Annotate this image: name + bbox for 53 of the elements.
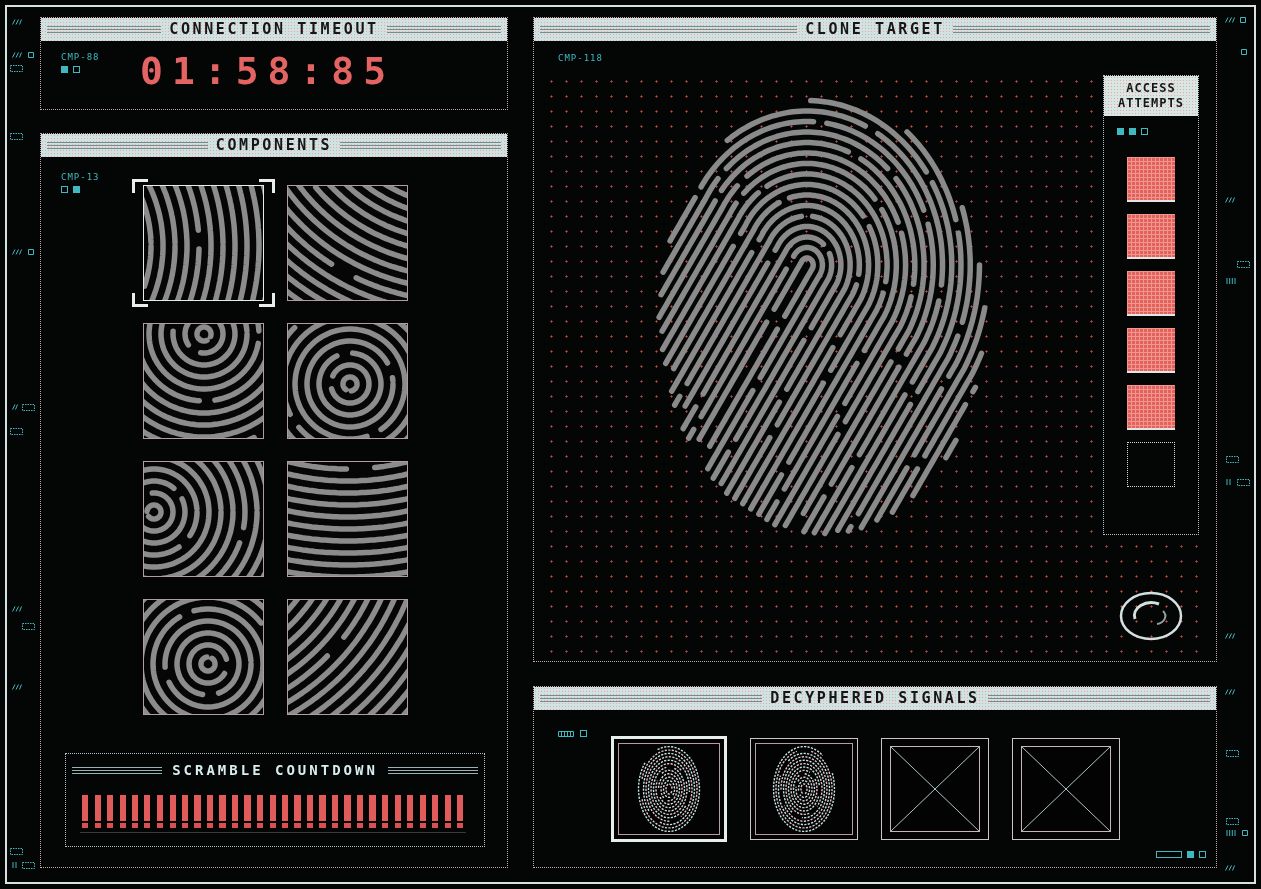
dashed-frame-icon — [22, 404, 35, 411]
hatch-mark-icon — [1225, 197, 1235, 203]
panel-title: CLONE TARGET — [805, 22, 945, 37]
panel-title: CONNECTION TIMEOUT — [169, 22, 379, 37]
dashed-frame-icon — [1226, 456, 1239, 463]
hatch-mark-icon — [12, 606, 22, 612]
hatch-mark-icon — [1225, 17, 1235, 23]
fingerprint-tile[interactable] — [287, 323, 408, 439]
dashed-frame-icon — [10, 848, 23, 855]
dashed-frame-icon — [22, 623, 35, 630]
hatch-mark-icon — [12, 249, 22, 255]
hatch-mark-icon — [1225, 689, 1235, 695]
ring-icon — [1119, 591, 1183, 641]
dashed-frame-icon — [10, 133, 23, 140]
fingerprint-tile[interactable] — [143, 461, 264, 577]
hatch-mark-icon — [12, 684, 22, 690]
panel-code-label: CMP-118 — [558, 53, 603, 63]
fingerprint-tile[interactable] — [287, 599, 408, 715]
dashed-frame-icon — [1237, 261, 1250, 268]
tick-bars-icon — [1226, 479, 1231, 485]
dashed-frame-icon — [22, 862, 35, 869]
fingerprint-tile[interactable] — [143, 323, 264, 439]
outline-bar-icon — [1156, 851, 1182, 858]
hatch-mark-icon — [1225, 865, 1235, 871]
selection-brackets-icon — [132, 179, 275, 307]
hatch-mark-icon — [12, 19, 22, 25]
dashed-frame-icon — [1226, 750, 1239, 757]
hatch-mark-icon — [12, 404, 18, 410]
dashed-frame-icon — [10, 65, 23, 72]
signal-slot[interactable] — [881, 738, 989, 840]
hatch-mark-icon — [12, 52, 22, 58]
panel-title: SCRAMBLE COUNTDOWN — [172, 763, 378, 777]
panel-code-label: CMP-88 — [61, 52, 100, 62]
panel-title: COMPONENTS — [215, 138, 333, 153]
tick-bars-icon — [12, 862, 17, 868]
tick-bars-icon — [558, 730, 574, 737]
panel-title: ACCESS ATTEMPTS — [1117, 81, 1185, 111]
dashed-frame-icon — [10, 428, 23, 435]
dashed-frame-icon — [1237, 479, 1250, 486]
crossed-frame-icon — [1021, 746, 1111, 832]
dashed-frame-icon — [1226, 818, 1239, 825]
countdown-timer: 01:58:85 — [140, 52, 396, 90]
panel-code-label: CMP-13 — [61, 172, 100, 182]
signal-slot[interactable] — [1012, 738, 1120, 840]
tick-bars-icon — [1226, 278, 1236, 284]
tick-bars-icon — [1226, 830, 1236, 836]
fingerprint-tile[interactable] — [287, 185, 408, 301]
hatch-mark-icon — [1225, 633, 1235, 639]
signal-slot[interactable] — [750, 738, 858, 840]
fingerprint-tile[interactable] — [287, 461, 408, 577]
panel-title: DECYPHERED SIGNALS — [770, 691, 980, 706]
crossed-frame-icon — [890, 746, 980, 832]
fingerprint-tile[interactable] — [143, 599, 264, 715]
